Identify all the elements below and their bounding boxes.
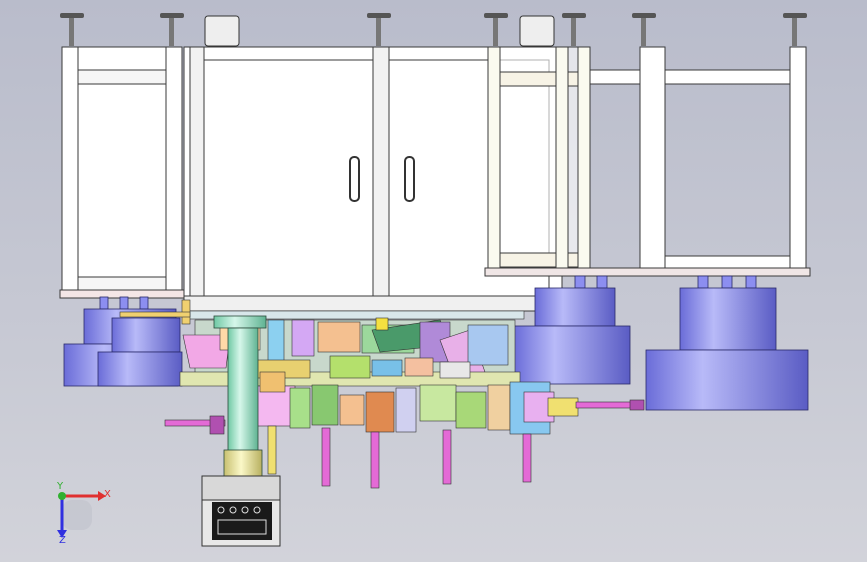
leveling-feet xyxy=(60,13,807,47)
leveling-foot xyxy=(484,13,508,46)
x-axis-label: X xyxy=(104,489,111,500)
leveling-foot xyxy=(60,13,84,46)
z-axis-label: Z xyxy=(59,535,66,546)
cad-viewport[interactable]: X Y Z xyxy=(0,0,867,562)
right-cylinders xyxy=(513,275,809,411)
leveling-foot xyxy=(160,13,184,46)
leveling-foot xyxy=(783,13,807,46)
leveling-foot xyxy=(562,13,586,46)
left-cylinders xyxy=(63,296,183,387)
y-axis-dot xyxy=(58,492,66,500)
coordinate-triad: X Y Z xyxy=(56,481,111,546)
left-frame xyxy=(59,46,191,299)
assembly-model[interactable]: X Y Z xyxy=(0,0,867,562)
y-axis-label: Y xyxy=(56,481,64,492)
right-frame xyxy=(484,46,811,277)
leveling-foot xyxy=(632,13,656,46)
control-box xyxy=(201,475,281,547)
leveling-foot xyxy=(367,13,391,46)
